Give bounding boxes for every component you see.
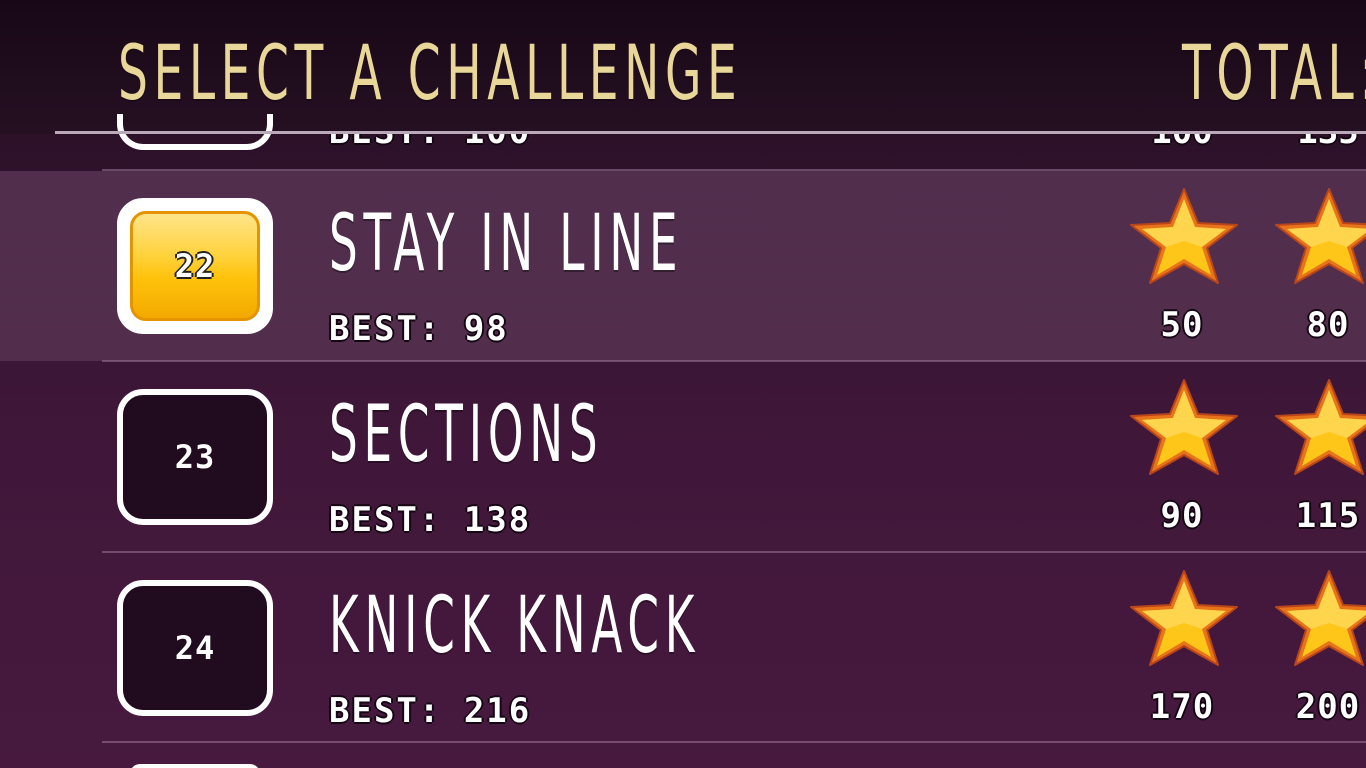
challenge-number: 23 xyxy=(174,438,216,476)
challenge-row[interactable]: 23 SECTIONS BEST: 138 90 115 xyxy=(0,362,1366,552)
challenge-number-badge[interactable]: 22 xyxy=(117,198,273,334)
gold-star-icon xyxy=(1270,185,1366,287)
challenge-best-score: BEST: 138 xyxy=(329,500,532,540)
challenge-name: STAY IN LINE xyxy=(329,199,684,289)
gold-star-icon xyxy=(1125,185,1243,287)
challenge-name: SECTIONS xyxy=(329,390,604,480)
page-title: SELECT A CHALLENGE xyxy=(118,28,743,117)
gold-star-icon xyxy=(1125,567,1243,669)
challenge-best-score: BEST: 216 xyxy=(329,691,532,731)
gold-star-icon xyxy=(1270,567,1366,669)
challenge-best-score: BEST: 98 xyxy=(329,309,509,349)
challenge-row[interactable]: 22 STAY IN LINE BEST: 98 50 80 xyxy=(0,171,1366,361)
star-threshold-2: 115 xyxy=(1295,496,1361,536)
row-divider xyxy=(102,551,1366,553)
partial-row-next-badge[interactable] xyxy=(130,764,260,768)
star-threshold-1: 170 xyxy=(1149,687,1215,727)
partial-row-best-score: BEST: 100 xyxy=(329,134,531,152)
challenge-name: KNICK KNACK xyxy=(329,581,701,671)
partial-row-star-value-1: 100 xyxy=(1122,134,1242,152)
challenge-number: 22 xyxy=(174,247,216,285)
gold-star-icon xyxy=(1270,376,1366,478)
total-label: TOTAL: xyxy=(1182,28,1366,117)
challenge-select-screen: BEST: 100 100 135 22 STAY IN LINE BEST: 98… xyxy=(0,0,1366,768)
star-threshold-2: 200 xyxy=(1295,687,1361,727)
star-threshold-1: 50 xyxy=(1160,305,1204,345)
row-divider xyxy=(102,741,1366,743)
partial-row-star-value-2: 135 xyxy=(1268,134,1366,152)
row-divider xyxy=(102,360,1366,362)
row-divider xyxy=(102,169,1366,171)
challenge-number-badge[interactable]: 23 xyxy=(117,389,273,525)
star-threshold-1: 90 xyxy=(1160,496,1204,536)
gold-star-icon xyxy=(1125,376,1243,478)
challenge-row[interactable]: 24 KNICK KNACK BEST: 216 170 200 xyxy=(0,553,1366,743)
challenge-number: 24 xyxy=(174,629,216,667)
challenge-number-badge[interactable]: 24 xyxy=(117,580,273,716)
star-threshold-2: 80 xyxy=(1306,305,1350,345)
header-divider xyxy=(55,131,1366,134)
